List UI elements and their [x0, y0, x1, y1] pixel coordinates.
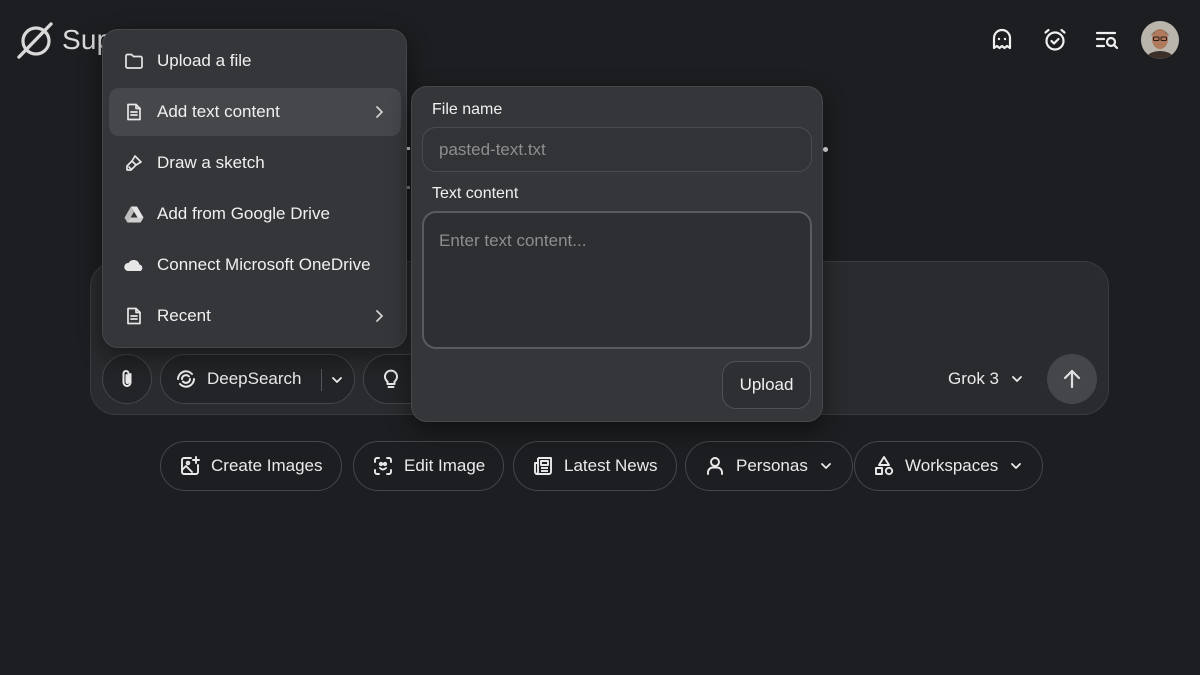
deepsearch-icon [175, 368, 197, 390]
list-search-icon [1094, 27, 1120, 53]
ghost-icon [989, 27, 1015, 53]
chevron-down-icon [818, 458, 834, 474]
menu-item-label: Draw a sketch [157, 153, 265, 172]
google-drive-icon [123, 203, 145, 225]
menu-item-onedrive[interactable]: Connect Microsoft OneDrive [109, 241, 401, 289]
avatar[interactable] [1141, 21, 1179, 59]
model-label: Grok 3 [948, 369, 1000, 388]
chip-label: Create Images [211, 456, 323, 475]
chevron-right-icon [371, 102, 387, 122]
document-icon [123, 305, 145, 327]
add-text-panel: File name Text content Upload [411, 86, 823, 422]
chip-label: Edit Image [404, 456, 486, 475]
upload-button[interactable]: Upload [722, 361, 811, 409]
chip-label: Latest News [564, 456, 658, 475]
brand-logo[interactable]: Sup [16, 20, 112, 60]
workspaces-chip[interactable]: Workspaces [854, 441, 1044, 491]
image-plus-icon [179, 455, 201, 477]
chip-label: Workspaces [905, 456, 999, 475]
grok-logo-icon [16, 21, 54, 59]
attach-menu: Upload a file Add text content Draw a sk… [102, 29, 407, 348]
menu-item-label: Add text content [157, 102, 280, 121]
menu-item-google-drive[interactable]: Add from Google Drive [109, 190, 401, 238]
ghost-button[interactable] [984, 22, 1020, 58]
chevron-down-icon [1008, 458, 1024, 474]
menu-item-label: Connect Microsoft OneDrive [157, 255, 371, 274]
create-images-chip[interactable]: Create Images [160, 441, 342, 491]
document-icon [123, 101, 145, 123]
file-name-input[interactable] [422, 127, 812, 172]
history-search-button[interactable] [1089, 22, 1125, 58]
deepsearch-label: DeepSearch [207, 369, 302, 388]
menu-item-draw-sketch[interactable]: Draw a sketch [109, 139, 401, 187]
menu-item-label: Recent [157, 306, 211, 325]
person-icon [704, 455, 726, 477]
file-name-label: File name [432, 101, 503, 118]
send-button[interactable] [1047, 354, 1097, 404]
arrow-up-icon [1061, 368, 1083, 390]
chevron-right-icon [371, 306, 387, 326]
deepsearch-button[interactable]: DeepSearch [160, 354, 355, 404]
chevron-down-icon [1009, 371, 1025, 387]
menu-item-recent[interactable]: Recent [109, 292, 401, 340]
chip-label: Personas [736, 456, 808, 475]
onedrive-icon [123, 254, 145, 276]
image-scan-icon [372, 455, 394, 477]
model-selector[interactable]: Grok 3 [948, 367, 1025, 391]
divider [321, 369, 322, 391]
chevron-down-icon[interactable] [329, 372, 345, 388]
folder-icon [123, 50, 145, 72]
menu-item-upload-file[interactable]: Upload a file [109, 37, 401, 85]
personas-chip[interactable]: Personas [685, 441, 853, 491]
latest-news-chip[interactable]: Latest News [513, 441, 677, 491]
paperclip-icon [116, 368, 138, 390]
attach-button[interactable] [102, 354, 152, 404]
menu-item-label: Add from Google Drive [157, 204, 330, 223]
tasks-button[interactable] [1037, 22, 1073, 58]
edit-image-chip[interactable]: Edit Image [353, 441, 505, 491]
lightbulb-icon [380, 368, 402, 390]
menu-item-add-text-content[interactable]: Add text content [109, 88, 401, 136]
menu-item-label: Upload a file [157, 51, 252, 70]
alarm-check-icon [1042, 27, 1068, 53]
shapes-icon [873, 455, 895, 477]
headline-fragment [823, 147, 828, 152]
newspaper-icon [532, 455, 554, 477]
text-content-label: Text content [432, 185, 519, 202]
brush-icon [123, 152, 145, 174]
text-content-input[interactable] [422, 211, 812, 349]
